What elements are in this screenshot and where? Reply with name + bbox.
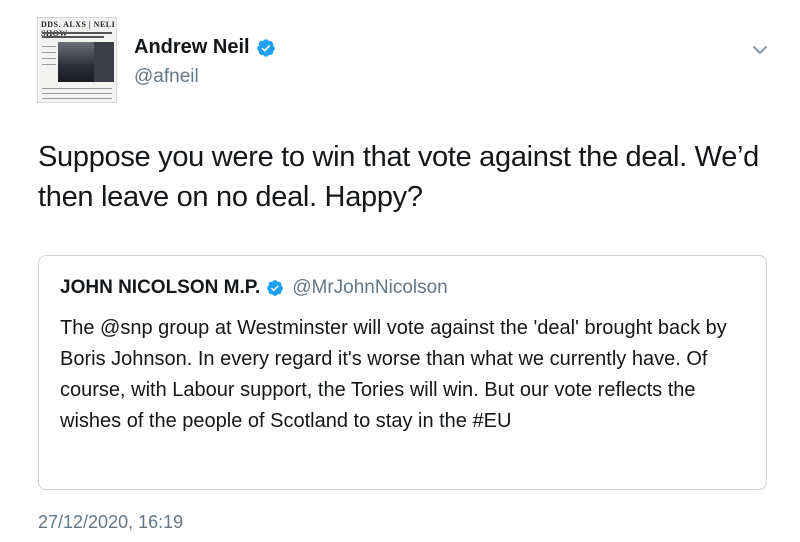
avatar-decoration [42, 88, 112, 89]
quoted-tweet[interactable]: JOHN NICOLSON M.P. @MrJohnNicolson The @… [38, 255, 767, 490]
avatar[interactable]: DDS. ALXS | NELI SHOW [37, 17, 117, 103]
quoted-author-handle: @MrJohnNicolson [292, 277, 448, 298]
avatar-decoration [42, 52, 56, 53]
avatar-decoration [42, 46, 56, 47]
tweet-timestamp[interactable]: 27/12/2020, 16:19 [38, 512, 183, 533]
avatar-decoration [42, 64, 56, 65]
author-handle[interactable]: @afneil [134, 66, 199, 88]
avatar-decoration [42, 32, 112, 34]
verified-badge-icon [267, 280, 284, 296]
avatar-photo [94, 42, 114, 82]
avatar-decoration [42, 98, 112, 99]
avatar-decoration [42, 93, 112, 94]
author-name[interactable]: Andrew Neil [134, 36, 250, 59]
author-name-row[interactable]: Andrew Neil [134, 36, 276, 59]
quoted-tweet-text: The @snp group at Westminster will vote … [60, 317, 727, 432]
avatar-decoration [42, 36, 104, 38]
quoted-author-name: JOHN NICOLSON M.P. [60, 277, 261, 298]
avatar-photo [58, 42, 94, 82]
chevron-down-icon[interactable] [752, 44, 768, 56]
avatar-decoration [42, 58, 56, 59]
quoted-author-row: JOHN NICOLSON M.P. @MrJohnNicolson [60, 277, 448, 299]
verified-badge-icon [256, 38, 275, 57]
tweet-text: Suppose you were to win that vote agains… [38, 141, 760, 213]
